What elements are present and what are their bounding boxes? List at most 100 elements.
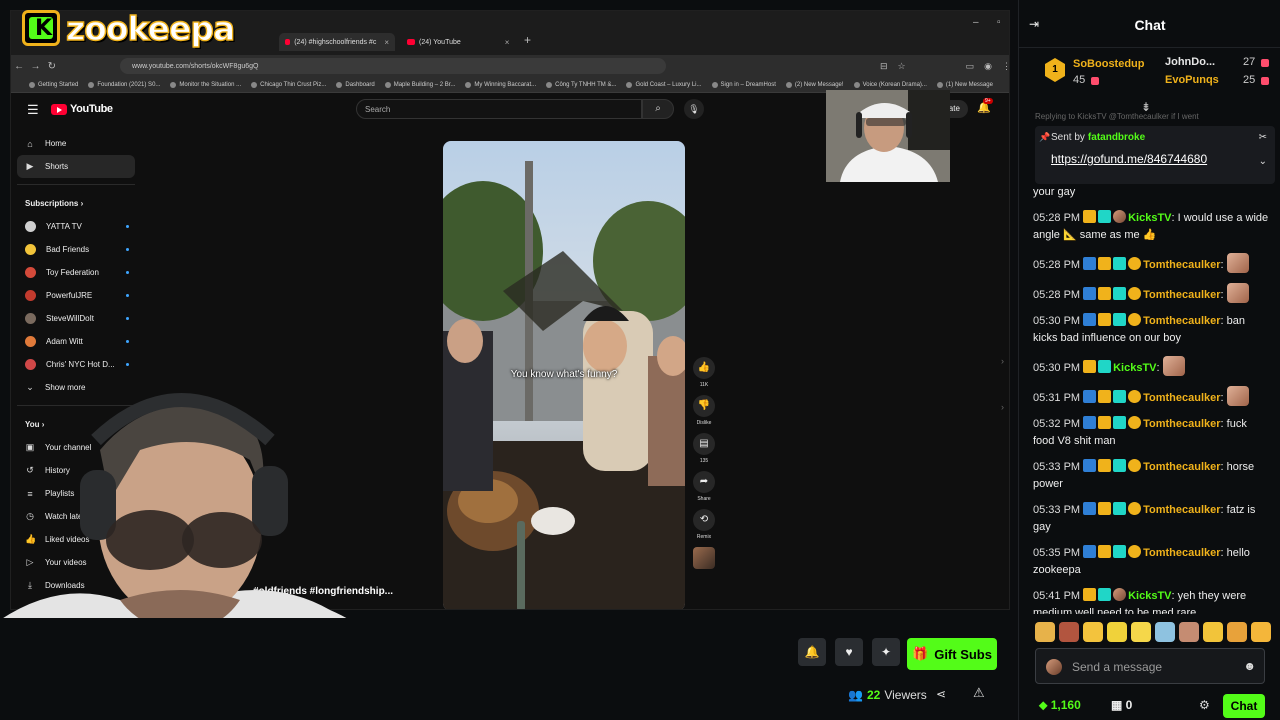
emoji-picker-icon[interactable]: ☻ [1243, 659, 1256, 673]
maximize-icon[interactable]: ▫ [997, 17, 1001, 28]
bookmark-item[interactable]: Getting Started [29, 81, 78, 88]
pinned-username[interactable]: fatandbroke [1088, 132, 1145, 143]
leaderboard-name[interactable]: JohnDo... [1165, 56, 1215, 68]
search-icon[interactable]: ⌕ [642, 99, 674, 119]
bookmark-item[interactable]: (1) New Message [936, 81, 993, 88]
report-warning-icon[interactable]: ⚠ [973, 685, 985, 701]
bookmark-item[interactable]: Dashboard [336, 81, 375, 88]
menu-dots-icon[interactable]: ⋮ [1002, 61, 1009, 72]
message-username[interactable]: Tomthecaulker [1143, 547, 1220, 559]
bookmark-item[interactable]: Maple Building – 2 Br... [384, 81, 455, 88]
leaderboard-name[interactable]: SoBoostedup [1073, 58, 1145, 70]
bookmark-item[interactable]: Chicago Thin Crust Piz... [251, 81, 326, 88]
message-username[interactable]: Tomthecaulker [1143, 504, 1220, 516]
emote-icon[interactable] [1035, 622, 1055, 642]
pinned-link[interactable]: https://gofund.me/846744680 [1051, 152, 1207, 166]
close-icon[interactable]: × [384, 38, 389, 47]
bookmark-item[interactable]: My Winning Baccarat... [465, 81, 536, 88]
bookmark-item[interactable]: Gold Coast – Luxury Li... [626, 81, 702, 88]
message-username[interactable]: Tomthecaulker [1143, 289, 1220, 301]
emote-icon[interactable] [1227, 622, 1247, 642]
reload-icon[interactable]: ↻ [44, 61, 60, 72]
sound-source-thumbnail[interactable] [688, 547, 720, 569]
short-action-rail: 👍 11K 👎 Dislike ▤ 135 ➦ Share ⟲ Remix [688, 357, 720, 576]
unpin-icon[interactable]: ✂ [1259, 132, 1267, 143]
emote-icon[interactable] [1083, 622, 1103, 642]
message-username[interactable]: Tomthecaulker [1143, 315, 1220, 327]
gift-box-count[interactable]: ▦ 0 [1111, 698, 1132, 712]
bookmark-item[interactable]: Monitor the Situation ... [170, 81, 241, 88]
next-short-icon[interactable]: › [1001, 402, 1004, 412]
emote-icon[interactable] [1179, 622, 1199, 642]
message-username[interactable]: KicksTV [1128, 212, 1171, 224]
pinned-drag-handle-icon[interactable]: ⇟ [1141, 100, 1151, 114]
bookmark-item[interactable]: Foundation (2021) S0... [88, 81, 160, 88]
sparkle-button[interactable]: ✦ [872, 638, 900, 666]
previous-short-icon[interactable]: › [1001, 356, 1004, 366]
sidebar-item-shorts[interactable]: ▶ Shorts [17, 155, 135, 178]
microphone-icon[interactable]: 🎙 [684, 99, 704, 119]
channel-points[interactable]: ⬥ 1,160 [1039, 698, 1081, 713]
notifications-bell-icon[interactable]: 🔔 9+ [977, 98, 993, 114]
share-button[interactable]: ➦ Share [688, 471, 720, 502]
url-field[interactable]: www.youtube.com/shorts/okcWF8gu6gQ [120, 58, 666, 74]
profile-icon[interactable]: ◉ [984, 61, 992, 72]
message-username[interactable]: KicksTV [1113, 362, 1156, 374]
sidebar-item-subscription[interactable]: Toy Federation [17, 261, 135, 284]
comments-button[interactable]: ▤ 135 [688, 433, 720, 464]
youtube-search-input[interactable]: Search [356, 99, 642, 119]
follow-heart-button[interactable]: ♥ [835, 638, 863, 666]
bookmark-star-icon[interactable]: ☆ [898, 61, 906, 72]
subscriptions-heading[interactable]: Subscriptions › [17, 191, 135, 215]
message-username[interactable]: Tomthecaulker [1143, 259, 1220, 271]
message-username[interactable]: KicksTV [1128, 590, 1171, 602]
sidepanel-icon[interactable]: ▭ [966, 61, 975, 72]
sidebar-item-subscription[interactable]: YATTA TV [17, 215, 135, 238]
gifter-badge-icon [1128, 545, 1142, 558]
message-text: : [1220, 259, 1224, 271]
browser-tab[interactable]: (24) YouTube × [401, 33, 519, 51]
sidebar-item-home[interactable]: ⌂ Home [17, 132, 135, 155]
sidebar-item-subscription[interactable]: Bad Friends [17, 238, 135, 261]
emote-icon[interactable] [1155, 622, 1175, 642]
translate-icon[interactable]: ⊟ [880, 61, 888, 72]
bookmark-item[interactable]: Sign in – DreamHost [711, 81, 776, 88]
minimize-icon[interactable]: – [973, 17, 979, 28]
youtube-logo[interactable]: YouTube [51, 103, 113, 115]
sidebar-item-subscription[interactable]: PowerfulJRE [17, 284, 135, 307]
message-username[interactable]: Tomthecaulker [1143, 418, 1220, 430]
forward-icon[interactable]: → [27, 61, 43, 72]
gear-icon[interactable]: ⚙ [1199, 698, 1210, 712]
emote-icon[interactable] [1131, 622, 1151, 642]
message-input[interactable] [1072, 657, 1232, 677]
message-username[interactable]: Tomthecaulker [1143, 392, 1220, 404]
bookmark-item[interactable]: Công Ty TNHH TM &... [546, 81, 616, 88]
sidebar-item-subscription[interactable]: Adam Witt [17, 330, 135, 353]
send-chat-button[interactable]: Chat [1223, 694, 1265, 718]
remix-button[interactable]: ⟲ Remix [688, 509, 720, 540]
chevron-down-icon[interactable]: ⌄ [1259, 156, 1267, 167]
new-tab-button[interactable]: + [524, 33, 531, 47]
close-icon[interactable]: × [505, 38, 510, 47]
dislike-button[interactable]: 👎 Dislike [688, 395, 720, 426]
send-message-field[interactable]: ☻ [1035, 648, 1265, 684]
gift-subs-button[interactable]: 🎁 Gift Subs [907, 638, 997, 670]
emote-icon[interactable] [1107, 622, 1127, 642]
emote-icon[interactable] [1251, 622, 1271, 642]
remix-label: Remix [696, 534, 712, 540]
short-video-player[interactable]: You know what's funny? [443, 141, 685, 609]
sidebar-item-subscription[interactable]: SteveWillDoIt [17, 307, 135, 330]
bookmark-item[interactable]: Voice (Korean Drama)... [853, 81, 927, 88]
bookmark-item[interactable]: (2) New Message! [785, 81, 844, 88]
message-username[interactable]: Tomthecaulker [1143, 461, 1220, 473]
browser-tab-active[interactable]: (24) #highschoolfriends #c × [279, 33, 395, 51]
notification-count-badge: 9+ [983, 98, 993, 104]
emote-icon[interactable] [1203, 622, 1223, 642]
back-icon[interactable]: ← [11, 61, 27, 72]
leaderboard-name[interactable]: EvoPunqs [1165, 74, 1219, 86]
emote-icon[interactable] [1059, 622, 1079, 642]
like-button[interactable]: 👍 11K [688, 357, 720, 388]
notification-bell-button[interactable]: 🔔 [798, 638, 826, 666]
hamburger-menu-icon[interactable]: ☰ [27, 102, 39, 118]
share-icon[interactable]: ⋖ [936, 687, 946, 701]
